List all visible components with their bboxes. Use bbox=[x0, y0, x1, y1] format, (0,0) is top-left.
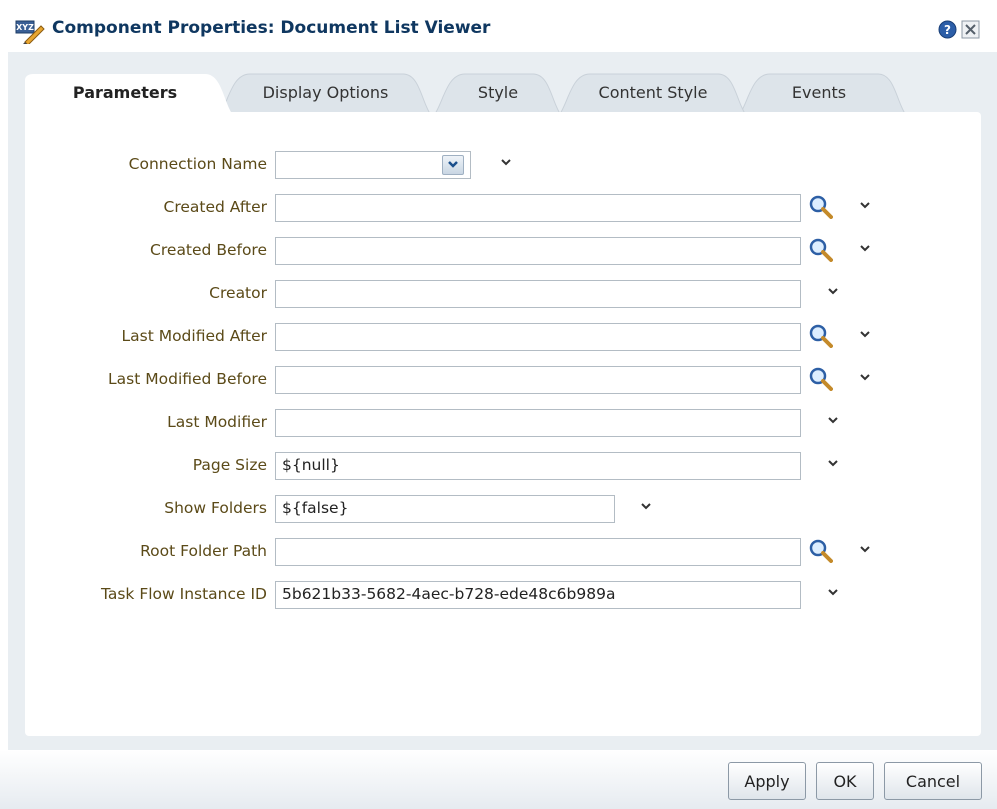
chevron-down-icon bbox=[448, 161, 458, 168]
dialog-footer: Apply OK Cancel bbox=[0, 750, 997, 809]
search-icon[interactable] bbox=[809, 238, 833, 262]
chevron-down-icon[interactable] bbox=[859, 202, 871, 210]
show-folders-input[interactable]: ${false} bbox=[275, 495, 615, 523]
param-row-created-before: Created Before bbox=[25, 234, 981, 268]
chevron-down-icon[interactable] bbox=[859, 245, 871, 253]
param-label: Last Modifier bbox=[167, 413, 267, 431]
param-label: Connection Name bbox=[128, 155, 267, 173]
task-flow-instance-id-input[interactable]: 5b621b33-5682-4aec-b728-ede48c6b989a bbox=[275, 581, 801, 609]
param-label: Created Before bbox=[150, 241, 267, 259]
param-label: Creator bbox=[209, 284, 267, 302]
param-row-page-size: Page Size ${null} bbox=[25, 449, 981, 483]
search-icon[interactable] bbox=[809, 367, 833, 391]
search-icon[interactable] bbox=[809, 324, 833, 348]
search-icon[interactable] bbox=[809, 539, 833, 563]
chevron-down-icon[interactable] bbox=[859, 374, 871, 382]
chevron-down-icon[interactable] bbox=[859, 546, 871, 554]
search-icon[interactable] bbox=[809, 195, 833, 219]
parameters-panel: Connection Name Created After Created Be bbox=[25, 112, 981, 736]
param-label: Page Size bbox=[192, 456, 267, 474]
param-label: Last Modified After bbox=[121, 327, 267, 345]
select-dropdown-button[interactable] bbox=[442, 155, 464, 175]
param-label: Last Modified Before bbox=[108, 370, 267, 388]
properties-edit-icon: XYZ bbox=[15, 20, 45, 44]
svg-text:?: ? bbox=[944, 23, 951, 37]
root-folder-path-input[interactable] bbox=[275, 538, 801, 566]
creator-input[interactable] bbox=[275, 280, 801, 308]
connection-name-select[interactable] bbox=[275, 151, 471, 179]
param-row-created-after: Created After bbox=[25, 191, 981, 225]
dialog-body: Events Content Style Style Display Optio… bbox=[8, 52, 997, 750]
page-size-input[interactable]: ${null} bbox=[275, 452, 801, 480]
chevron-down-icon[interactable] bbox=[827, 417, 839, 425]
last-modifier-input[interactable] bbox=[275, 409, 801, 437]
created-after-input[interactable] bbox=[275, 194, 801, 222]
dialog-title: Component Properties: Document List View… bbox=[52, 18, 491, 38]
chevron-down-icon[interactable] bbox=[827, 589, 839, 597]
param-label: Root Folder Path bbox=[140, 542, 267, 560]
chevron-down-icon[interactable] bbox=[859, 331, 871, 339]
param-row-show-folders: Show Folders ${false} bbox=[25, 492, 981, 526]
created-before-input[interactable] bbox=[275, 237, 801, 265]
cancel-button[interactable]: Cancel bbox=[884, 762, 982, 800]
last-modified-before-input[interactable] bbox=[275, 366, 801, 394]
param-row-last-modified-after: Last Modified After bbox=[25, 320, 981, 354]
ok-button[interactable]: OK bbox=[816, 762, 874, 800]
param-row-connection-name: Connection Name bbox=[25, 148, 981, 182]
last-modified-after-input[interactable] bbox=[275, 323, 801, 351]
chevron-down-icon[interactable] bbox=[500, 159, 512, 167]
help-icon[interactable]: ? bbox=[938, 20, 957, 39]
chevron-down-icon[interactable] bbox=[827, 460, 839, 468]
param-label: Created After bbox=[163, 198, 268, 216]
apply-button[interactable]: Apply bbox=[728, 762, 806, 800]
svg-text:XYZ: XYZ bbox=[16, 23, 34, 32]
param-label: Show Folders bbox=[164, 499, 267, 517]
param-row-last-modified-before: Last Modified Before bbox=[25, 363, 981, 397]
dialog-title-bar: XYZ Component Properties: Document List … bbox=[0, 0, 997, 52]
close-icon[interactable] bbox=[961, 20, 980, 39]
param-row-task-flow-instance-id: Task Flow Instance ID 5b621b33-5682-4aec… bbox=[25, 578, 981, 612]
component-properties-dialog: XYZ Component Properties: Document List … bbox=[0, 0, 997, 809]
chevron-down-icon[interactable] bbox=[640, 503, 652, 511]
param-row-root-folder-path: Root Folder Path bbox=[25, 535, 981, 569]
param-label: Task Flow Instance ID bbox=[100, 585, 267, 603]
chevron-down-icon[interactable] bbox=[827, 288, 839, 296]
param-row-last-modifier: Last Modifier bbox=[25, 406, 981, 440]
param-row-creator: Creator bbox=[25, 277, 981, 311]
